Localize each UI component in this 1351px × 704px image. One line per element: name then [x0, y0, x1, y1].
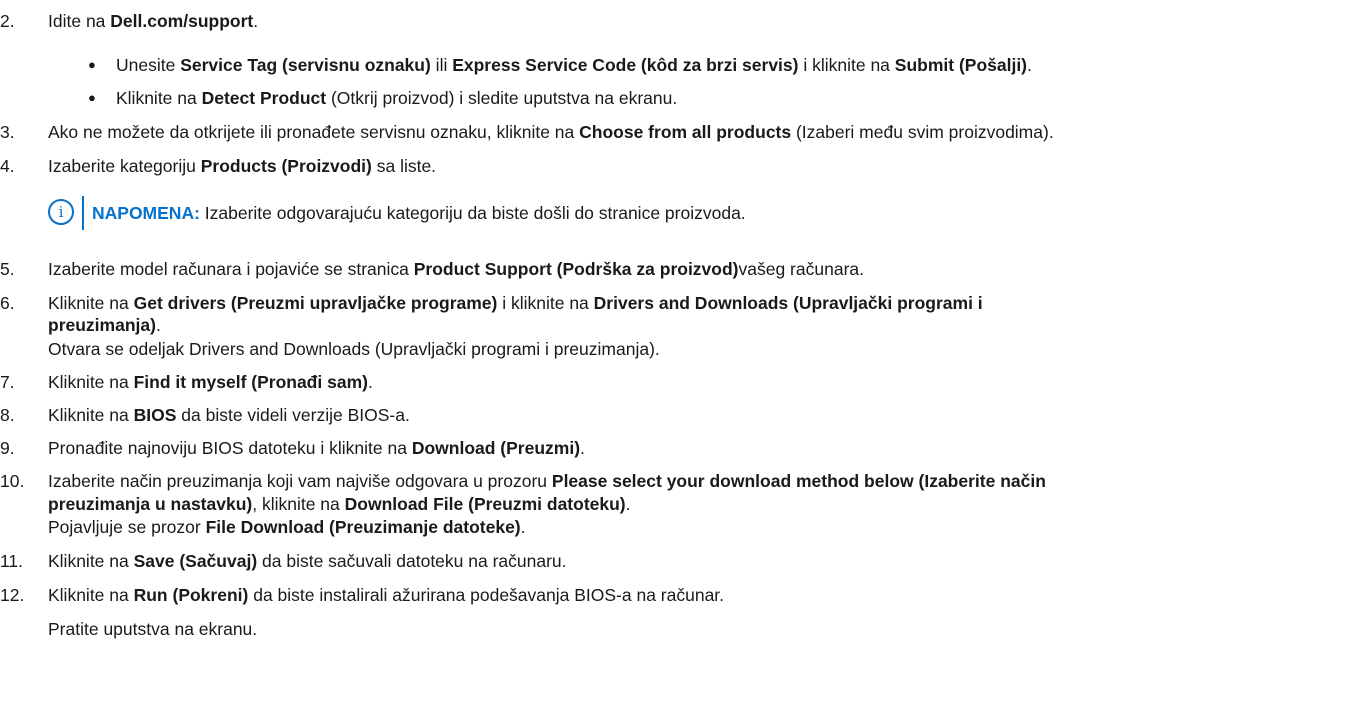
bullet-dot-icon: ●: [88, 57, 96, 72]
step-text: Pronađite najnoviju BIOS datoteku i klik…: [48, 438, 585, 458]
step-text: Izaberite model računara i pojaviće se s…: [48, 259, 864, 279]
step-12-result: Pratite uputstva na ekranu.: [48, 619, 258, 639]
bullet-dot-icon: ●: [88, 90, 96, 105]
step-text: Izaberite kategoriju Products (Proizvodi…: [48, 156, 437, 176]
step-text: Kliknite na Find it myself (Pronađi sam)…: [48, 372, 373, 392]
step-number: 12.: [0, 585, 25, 605]
step-number: 3.: [0, 122, 15, 142]
note-label: NAPOMENA:: [92, 203, 200, 223]
step-number: 10.: [0, 471, 25, 491]
note-divider: [82, 196, 84, 230]
step-text: Idite na Dell.com/support.: [48, 11, 259, 31]
step-number: 11.: [0, 551, 24, 571]
note-text: NAPOMENA: Izaberite odgovarajuću kategor…: [92, 203, 746, 223]
step-number: 4.: [0, 156, 15, 176]
step-text: Kliknite na Run (Pokreni) da biste insta…: [48, 585, 725, 605]
info-icon: i: [48, 199, 74, 225]
step-number: 9.: [0, 438, 15, 458]
step-number: 7.: [0, 372, 15, 392]
step-text: Ako ne možete da otkrijete ili pronađete…: [48, 122, 1054, 142]
bullet-text: Unesite Service Tag (servisnu oznaku) il…: [116, 55, 1032, 75]
step-10-continuation: preuzimanja u nastavku), kliknite na Dow…: [48, 494, 631, 514]
step-text: Kliknite na Save (Sačuvaj) da biste saču…: [48, 551, 567, 571]
bullet-text: Kliknite na Detect Product (Otkrij proiz…: [116, 88, 678, 108]
step-number: 6.: [0, 293, 15, 313]
step-number: 2.: [0, 11, 15, 31]
step-text: Izaberite način preuzimanja koji vam naj…: [48, 471, 1046, 491]
step-10-result: Pojavljuje se prozor File Download (Preu…: [48, 517, 526, 537]
step-6-continuation: preuzimanja).: [48, 315, 161, 335]
step-text: Kliknite na Get drivers (Preuzmi upravlj…: [48, 293, 983, 313]
step-text: Kliknite na BIOS da biste videli verzije…: [48, 405, 410, 425]
step-number: 5.: [0, 259, 15, 279]
step-6-result: Otvara se odeljak Drivers and Downloads …: [48, 339, 660, 359]
step-number: 8.: [0, 405, 15, 425]
